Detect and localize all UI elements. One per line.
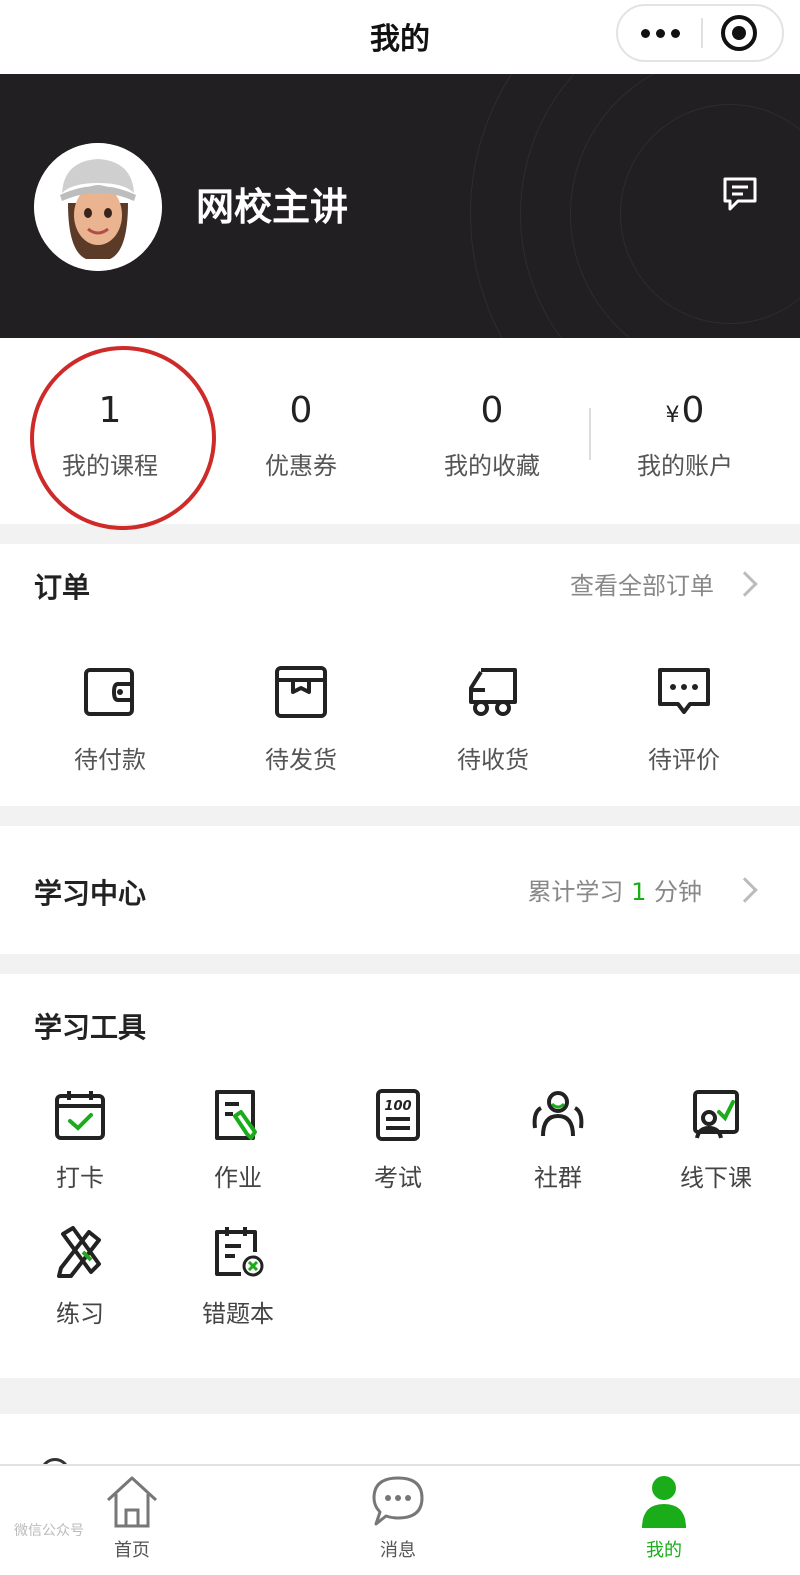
study-time-summary: 累计学习 1 分钟 xyxy=(527,872,702,907)
order-pending-review[interactable]: 待评价 xyxy=(609,664,759,775)
view-all-orders-link[interactable]: 查看全部订单 xyxy=(570,566,714,601)
tool-practice[interactable]: 练习 xyxy=(0,1224,160,1329)
practice-icon xyxy=(57,1226,101,1278)
profile-banner: 网校主讲 xyxy=(0,74,800,338)
box-icon xyxy=(275,666,327,718)
currency-symbol: ¥ xyxy=(665,403,680,428)
tab-home[interactable]: 首页 xyxy=(62,1472,202,1562)
exam-icon: 100 xyxy=(376,1089,420,1141)
home-icon xyxy=(106,1476,158,1528)
avatar[interactable] xyxy=(34,143,162,271)
tool-label: 社群 xyxy=(534,1164,582,1192)
order-item-label: 待付款 xyxy=(74,746,146,774)
tool-community[interactable]: 社群 xyxy=(478,1088,638,1193)
study-tools-card: 学习工具 打卡 作业 100 考试 社群 线下课 练习 错题本 xyxy=(0,974,800,1378)
stat-label: 优惠券 xyxy=(265,452,337,480)
truck-icon xyxy=(469,668,517,716)
more-options-icon[interactable] xyxy=(618,6,702,60)
stat-value: 0 xyxy=(480,390,504,431)
study-center-card[interactable]: 学习中心 累计学习 1 分钟 xyxy=(0,826,800,954)
stat-value: 1 xyxy=(98,390,122,431)
capsule-divider xyxy=(701,18,703,48)
chevron-right-icon[interactable] xyxy=(732,571,758,597)
top-nav-bar: 我的 xyxy=(0,0,800,74)
comment-icon xyxy=(658,668,710,714)
order-pending-receipt[interactable]: 待收货 xyxy=(418,664,568,775)
tool-exam[interactable]: 100 考试 xyxy=(318,1088,478,1193)
tool-homework[interactable]: 作业 xyxy=(158,1088,318,1193)
study-tools-title: 学习工具 xyxy=(34,1011,147,1044)
tool-label: 作业 xyxy=(214,1164,262,1192)
account-balance: 0 xyxy=(681,390,705,431)
stats-row: 1 我的课程 0 优惠券 0 我的收藏 ¥0 我的账户 xyxy=(0,333,800,543)
stat-my-courses[interactable]: 1 我的课程 xyxy=(25,390,195,481)
tool-wrong-answer-book[interactable]: 错题本 xyxy=(158,1224,318,1329)
order-item-label: 待收货 xyxy=(457,746,529,774)
study-center-title: 学习中心 xyxy=(34,877,147,910)
person-icon xyxy=(642,1476,686,1528)
wrong-book-icon xyxy=(215,1227,264,1277)
tab-label: 我的 xyxy=(646,1540,682,1561)
wallet-icon xyxy=(84,668,134,716)
tool-check-in[interactable]: 打卡 xyxy=(0,1088,160,1193)
order-item-label: 待发货 xyxy=(265,746,337,774)
stat-favorites[interactable]: 0 我的收藏 xyxy=(407,390,577,481)
stat-coupons[interactable]: 0 优惠券 xyxy=(216,390,386,481)
chat-icon xyxy=(372,1476,424,1526)
stat-divider xyxy=(589,408,591,460)
homework-icon xyxy=(215,1090,257,1140)
svg-text:100: 100 xyxy=(384,1099,411,1114)
tab-label: 消息 xyxy=(380,1540,416,1561)
message-icon[interactable] xyxy=(720,174,760,214)
tool-label: 错题本 xyxy=(202,1300,274,1328)
stat-label: 我的课程 xyxy=(62,452,158,480)
watermark: 微信公众号 xyxy=(14,1523,84,1539)
offline-class-icon xyxy=(693,1090,739,1139)
tool-label: 练习 xyxy=(56,1300,104,1328)
order-pending-payment[interactable]: 待付款 xyxy=(35,664,185,775)
chevron-right-icon[interactable] xyxy=(732,877,758,903)
tool-offline-class[interactable]: 线下课 xyxy=(636,1088,796,1193)
user-name: 网校主讲 xyxy=(196,185,349,229)
tab-mine[interactable]: 我的 xyxy=(594,1472,734,1562)
community-icon xyxy=(532,1091,584,1137)
tool-label: 线下课 xyxy=(680,1164,752,1192)
order-item-label: 待评价 xyxy=(648,746,720,774)
study-time-suffix: 分钟 xyxy=(654,878,702,906)
tool-label: 打卡 xyxy=(56,1164,104,1192)
calendar-check-icon xyxy=(55,1091,105,1140)
study-time-prefix: 累计学习 xyxy=(527,878,624,906)
order-pending-shipment[interactable]: 待发货 xyxy=(226,664,376,775)
study-minutes: 1 xyxy=(631,878,647,906)
stat-label: 我的账户 xyxy=(637,452,733,480)
tool-label: 考试 xyxy=(374,1164,422,1192)
close-mini-program-icon[interactable] xyxy=(721,15,757,51)
mini-program-capsule xyxy=(616,4,784,62)
bottom-tab-bar: 首页 消息 我的 xyxy=(0,1464,800,1575)
tab-messages[interactable]: 消息 xyxy=(328,1472,468,1562)
orders-card: 订单 查看全部订单 待付款 待发货 待收货 待评价 xyxy=(0,544,800,806)
stat-value: 0 xyxy=(289,390,313,431)
orders-title: 订单 xyxy=(34,571,91,604)
stat-label: 我的收藏 xyxy=(444,452,540,480)
stat-my-account[interactable]: ¥0 我的账户 xyxy=(600,390,770,481)
stat-value: ¥0 xyxy=(600,390,770,434)
